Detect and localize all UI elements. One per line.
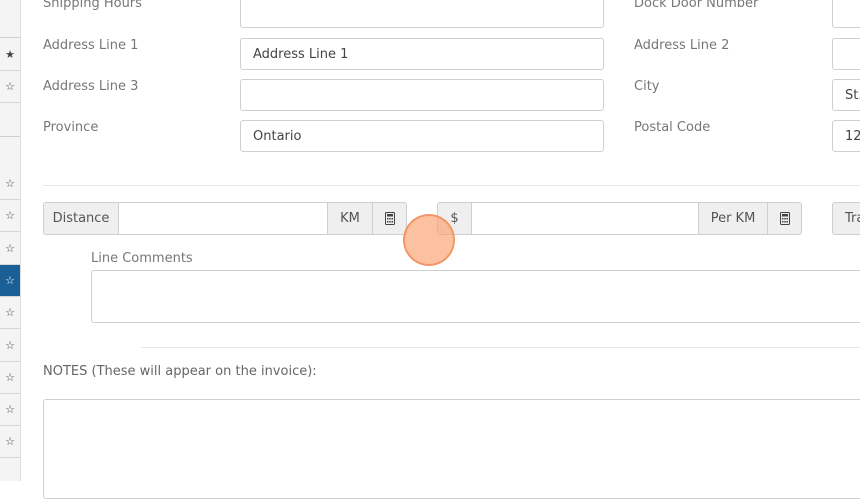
- dock-door-number-input[interactable]: [832, 0, 860, 28]
- star-outline-icon[interactable]: ☆: [0, 426, 20, 458]
- postal-code-label: Postal Code: [634, 120, 711, 135]
- notes-label: NOTES (These will appear on the invoice)…: [43, 364, 317, 379]
- shipping-hours-label: Shipping Hours: [43, 0, 142, 11]
- km-unit-addon: KM: [327, 202, 373, 235]
- postal-code-input[interactable]: 12: [832, 120, 860, 152]
- star-outline-icon[interactable]: ☆: [0, 200, 20, 232]
- address-line-3-label: Address Line 3: [43, 79, 139, 94]
- star-outline-icon[interactable]: ☆: [0, 362, 20, 394]
- star-outline-icon[interactable]: ☆: [0, 265, 20, 297]
- star-outline-icon[interactable]: ☆: [0, 297, 20, 329]
- per-km-unit-addon: Per KM: [698, 202, 768, 235]
- line-comments-textarea[interactable]: [91, 270, 860, 323]
- rate-input[interactable]: [471, 202, 699, 235]
- star-outline-icon[interactable]: ☆: [0, 330, 20, 362]
- star-filled-icon[interactable]: ★: [0, 39, 20, 71]
- shipping-hours-input[interactable]: [240, 0, 604, 28]
- sidebar-divider: [0, 37, 20, 38]
- rate-calculator-button[interactable]: [767, 202, 802, 235]
- sidebar: ★ ☆ ☆ ☆ ☆ ☆ ☆ ☆ ☆ ☆ ☆: [0, 0, 21, 481]
- calculator-icon: [384, 212, 395, 225]
- distance-addon: Distance: [43, 202, 119, 235]
- notes-textarea[interactable]: [43, 399, 860, 499]
- section-divider: [43, 185, 860, 186]
- address-line-1-input[interactable]: Address Line 1: [240, 38, 604, 70]
- city-label: City: [634, 79, 660, 94]
- calculator-icon: [779, 212, 790, 225]
- section-divider: [141, 347, 860, 348]
- address-line-2-input[interactable]: [832, 38, 860, 70]
- star-outline-icon[interactable]: ☆: [0, 71, 20, 103]
- province-input[interactable]: Ontario: [240, 120, 604, 152]
- line-comments-label: Line Comments: [91, 251, 193, 266]
- address-line-1-label: Address Line 1: [43, 38, 139, 53]
- sidebar-divider: [0, 136, 20, 137]
- address-line-2-label: Address Line 2: [634, 38, 730, 53]
- province-label: Province: [43, 120, 99, 135]
- address-line-3-input[interactable]: [240, 79, 604, 111]
- dock-door-number-label: Dock Door Number: [634, 0, 759, 11]
- distance-input[interactable]: [118, 202, 328, 235]
- click-indicator: [403, 214, 455, 266]
- city-input[interactable]: St.: [832, 79, 860, 111]
- distance-calculator-button[interactable]: [372, 202, 407, 235]
- star-outline-icon[interactable]: ☆: [0, 168, 20, 200]
- next-charge-addon: Tra: [832, 202, 860, 235]
- star-outline-icon[interactable]: ☆: [0, 394, 20, 426]
- star-outline-icon[interactable]: ☆: [0, 233, 20, 265]
